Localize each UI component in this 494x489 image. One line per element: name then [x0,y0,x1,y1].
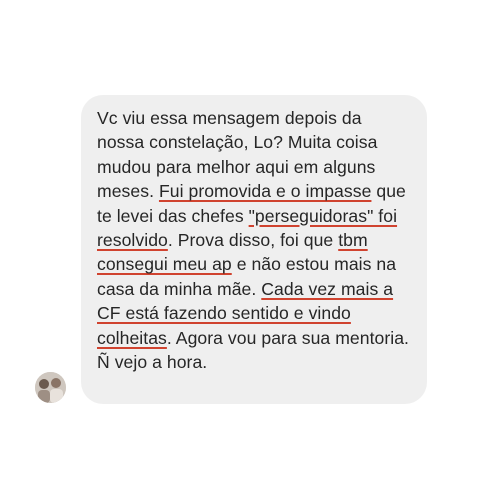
message-bubble[interactable]: Vc viu essa mensagem depois da nossa con… [81,95,427,404]
chat-screen: Vc viu essa mensagem depois da nossa con… [0,0,494,489]
sender-avatar[interactable] [35,372,66,403]
message-segment-highlighted: Fui promovida e o impasse [158,181,372,202]
message-text: Vc viu essa mensagem depois da nossa con… [97,106,413,374]
user-avatar-photo-icon [35,372,66,403]
message-segment: . Prova disso, foi que [167,230,339,251]
